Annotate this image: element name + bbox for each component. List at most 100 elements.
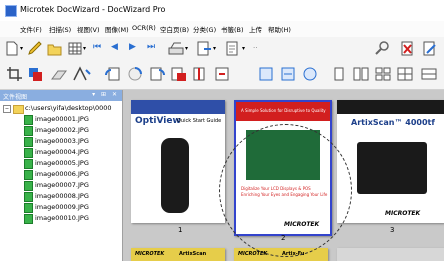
previous-page-icon[interactable]: ◀ <box>111 42 118 52</box>
menu-classify[interactable]: 分类(G) <box>193 24 216 34</box>
app-icon <box>5 5 17 17</box>
page-split-icon[interactable] <box>192 66 210 82</box>
dropdown-icon[interactable]: ▾ <box>185 45 188 52</box>
image-toolbar <box>0 61 444 90</box>
delete-page-icon[interactable] <box>400 41 416 56</box>
page-merge-icon[interactable] <box>214 66 232 82</box>
edit-pencil-icon[interactable] <box>27 41 43 56</box>
export-icon[interactable] <box>196 41 212 56</box>
dropdown-icon[interactable]: ▾ <box>83 45 86 52</box>
layout-grid-icon[interactable] <box>374 66 392 82</box>
file-view-title: 文件视图 <box>3 94 28 101</box>
last-page-icon[interactable]: ⏭ <box>147 42 155 52</box>
file-name: image00005.JPG <box>35 159 89 167</box>
dropdown-icon[interactable]: ▾ <box>20 45 23 52</box>
image-file-icon <box>24 115 33 125</box>
file-name: image00006.JPG <box>35 170 89 178</box>
tree-file-item[interactable]: image00005.JPG <box>0 158 122 169</box>
tree-file-item[interactable]: image00004.JPG <box>0 147 122 158</box>
file-name: image00008.JPG <box>35 192 89 200</box>
zoom-icon[interactable] <box>302 66 320 82</box>
menu-scan[interactable]: 扫描(S) <box>49 24 71 34</box>
menu-file[interactable]: 文件(F) <box>20 24 42 34</box>
tree-file-item[interactable]: image00007.JPG <box>0 180 122 191</box>
page-thumbnail-6[interactable] <box>337 248 444 261</box>
dropdown-icon[interactable]: ▾ <box>242 45 245 52</box>
folder-open-icon[interactable] <box>47 41 62 56</box>
menu-view[interactable]: 视图(V) <box>77 24 100 34</box>
page-thumbnail-4[interactable]: MICROTEK ArtixScan <box>131 248 225 261</box>
search-icon[interactable] <box>374 41 390 56</box>
page-heading: OptiView <box>135 116 181 126</box>
new-document-icon[interactable] <box>6 41 18 56</box>
menu-upload[interactable]: 上传 <box>249 24 262 34</box>
tree-file-item[interactable]: image00006.JPG <box>0 169 122 180</box>
page-thumbnail-3[interactable]: ArtixScan™ 4000tf MICROTEK <box>337 100 444 223</box>
deskew-icon[interactable] <box>72 66 92 82</box>
page-settings-icon[interactable] <box>225 41 241 56</box>
menu-bar: 文件(F) 扫描(S) 视图(V) 图像(M) OCR(R) 空白页(B) 分类… <box>0 21 444 37</box>
menu-bookmark[interactable]: 书籤(B) <box>221 24 244 34</box>
scanner-icon[interactable] <box>168 41 184 56</box>
scanner-image <box>357 142 427 194</box>
fit-page-icon[interactable] <box>258 66 276 82</box>
root-path-label: c:\users\yifa\desktop\0000 <box>25 104 112 112</box>
edit-page-icon[interactable] <box>422 41 438 56</box>
tree-file-item[interactable]: image00001.JPG <box>0 114 122 125</box>
page-heading: ArtixScan™ 4000tf <box>351 118 435 127</box>
image-file-icon <box>24 148 33 158</box>
file-name: image00004.JPG <box>35 148 89 156</box>
first-page-icon[interactable]: ⏮ <box>93 42 101 52</box>
menu-blank-page[interactable]: 空白页(B) <box>160 24 189 34</box>
layout-single-icon[interactable] <box>330 66 348 82</box>
image-file-icon <box>24 203 33 213</box>
panel-buttons[interactable]: ▾ ⊞ ✕ <box>92 91 119 98</box>
tree-file-item[interactable]: image00003.JPG <box>0 136 122 147</box>
image-file-icon <box>24 181 33 191</box>
menu-ocr[interactable]: OCR(R) <box>132 24 156 32</box>
main-toolbar: ▾ ▾ ⏮ ◀ ▶ ⏭ ▾ ▾ ▾ ·· test1 ▼ <box>0 37 444 93</box>
rotate-icon[interactable] <box>126 66 144 82</box>
menu-image[interactable]: 图像(M) <box>105 24 129 34</box>
file-view-panel: 文件视图 ▾ ⊞ ✕ − c:\users\yifa\desktop\0000 … <box>0 90 123 261</box>
highlight-circle <box>219 124 352 257</box>
crop-icon[interactable] <box>6 66 24 82</box>
brand-logo: MICROTEK <box>385 210 421 217</box>
window-title: Microtek DocWizard - DocWizard Pro <box>20 5 166 14</box>
fit-width-icon[interactable] <box>280 66 298 82</box>
rotate-left-icon[interactable] <box>104 66 122 82</box>
file-name: image00007.JPG <box>35 181 89 189</box>
image-file-icon <box>24 159 33 169</box>
file-view-header: 文件视图 ▾ ⊞ ✕ <box>0 90 122 101</box>
layout-quad-icon[interactable] <box>396 66 414 82</box>
page-number: 3 <box>390 226 395 234</box>
eraser-icon[interactable] <box>49 66 69 82</box>
layout-wide-icon[interactable] <box>420 66 438 82</box>
menu-help[interactable]: 帮助(H) <box>268 24 291 34</box>
page-heading: ArtixScan <box>179 251 207 257</box>
collapse-icon[interactable]: − <box>3 105 11 113</box>
next-page-icon[interactable]: ▶ <box>129 42 136 52</box>
page-red-icon[interactable] <box>170 66 188 82</box>
grid-view-icon[interactable] <box>68 41 82 56</box>
dropdown-icon[interactable]: ▾ <box>213 45 216 52</box>
remote-control-image <box>161 138 189 213</box>
auto-crop-icon[interactable] <box>27 66 45 82</box>
page-heading: A Simple Solution for Disruptive to Qual… <box>241 108 326 113</box>
file-name: image00003.JPG <box>35 137 89 145</box>
tree-root[interactable]: − c:\users\yifa\desktop\0000 <box>0 103 122 114</box>
layout-double-icon[interactable] <box>352 66 370 82</box>
image-file-icon <box>24 170 33 180</box>
image-file-icon <box>24 214 33 224</box>
page-thumbnail-1[interactable]: OptiView Quick Start Guide <box>131 100 225 223</box>
file-name: image00010.JPG <box>35 214 89 222</box>
tree-file-item[interactable]: image00009.JPG <box>0 202 122 213</box>
image-file-icon <box>24 126 33 136</box>
separator-dots: ·· <box>253 44 258 52</box>
rotate-right-icon[interactable] <box>148 66 166 82</box>
tree-file-item[interactable]: image00002.JPG <box>0 125 122 136</box>
image-file-icon <box>24 192 33 202</box>
tree-file-item[interactable]: image00010.JPG <box>0 213 122 224</box>
page-banner <box>337 100 444 114</box>
tree-file-item[interactable]: image00008.JPG <box>0 191 122 202</box>
